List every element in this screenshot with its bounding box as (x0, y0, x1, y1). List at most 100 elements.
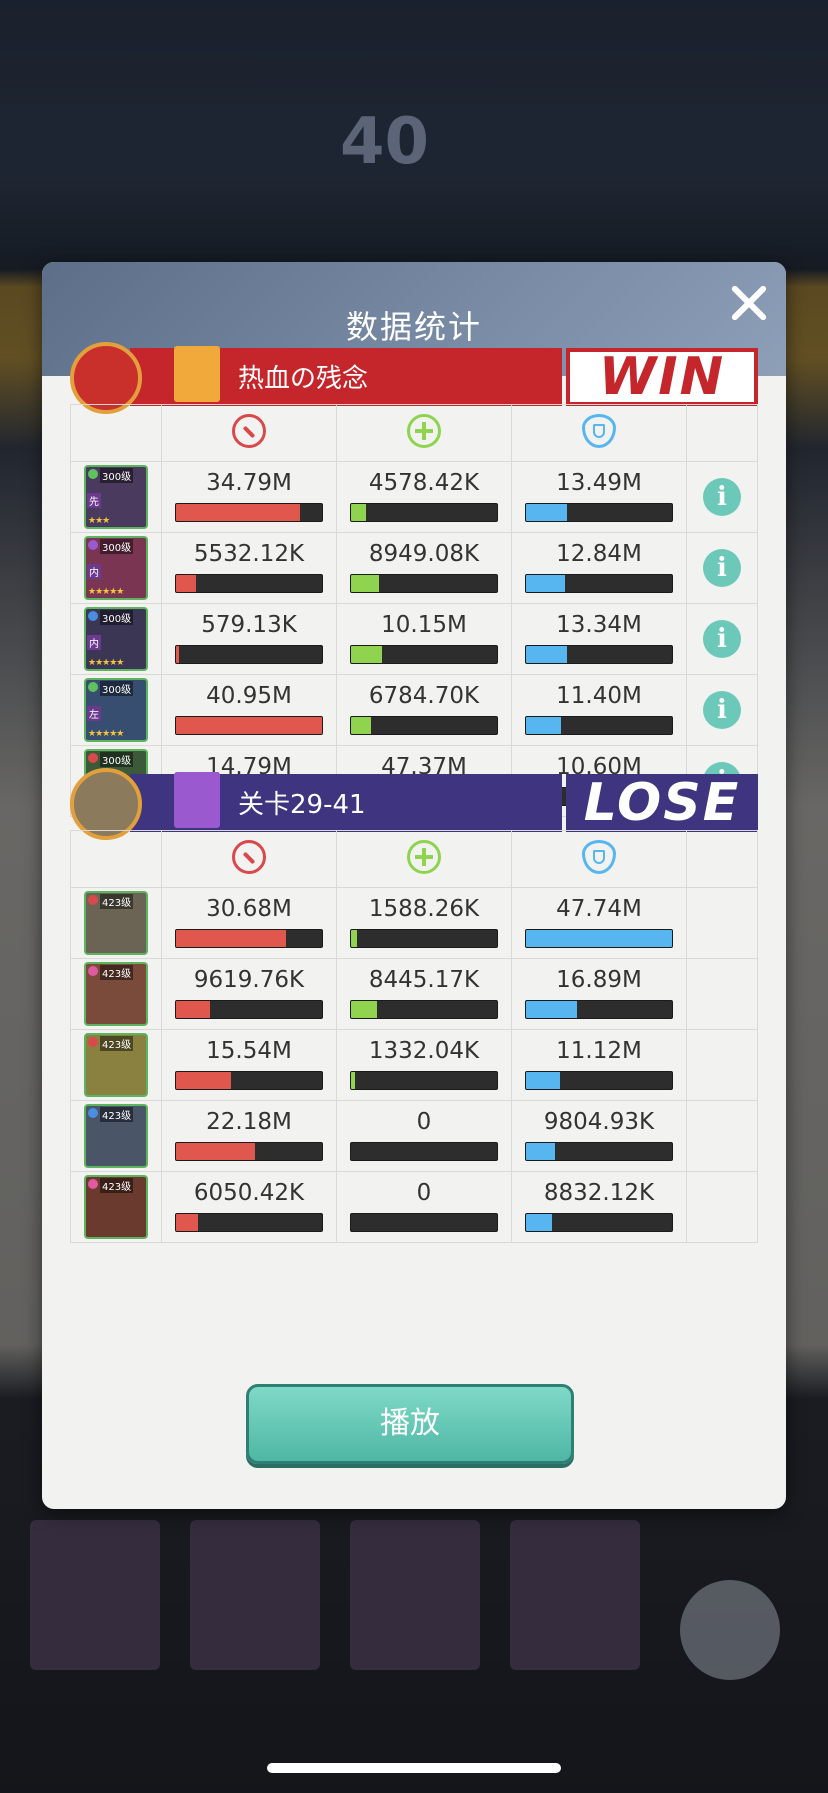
hero-stats-row: 423级 15.54M 1332.04K 11.12M (70, 1029, 758, 1101)
heal-value: 0 (416, 1108, 432, 1135)
hero-cell: 300级左 ★★★★★ (70, 674, 162, 746)
hero-cell: 423级 (70, 1100, 162, 1172)
shield-value: 11.40M (556, 682, 642, 709)
hero-portrait[interactable]: 423级 (84, 962, 148, 1026)
team-name: 关卡29-41 (238, 790, 366, 820)
hero-position-tag: 先 (87, 493, 101, 508)
header-cell (686, 830, 758, 888)
banner-flag-icon (174, 346, 220, 402)
heal-stat-cell: 6784.70K (336, 674, 512, 746)
shield-value: 12.84M (556, 540, 642, 567)
heal-icon (407, 414, 441, 448)
heal-bar (350, 928, 498, 948)
shield-bar (525, 573, 673, 593)
hero-portrait[interactable]: 423级 (84, 1104, 148, 1168)
damage-stat-cell: 40.95M (161, 674, 337, 746)
battle-result-badge: LOSE (566, 773, 758, 833)
damage-bar-fill (176, 1000, 210, 1018)
header-cell (511, 830, 687, 888)
shield-value: 11.12M (556, 1037, 642, 1064)
heal-value: 10.15M (381, 611, 467, 638)
hero-portrait[interactable]: 423级 (84, 1175, 148, 1239)
shield-bar-fill (526, 574, 566, 592)
info-cell (686, 1171, 758, 1243)
shield-bar-fill (526, 1142, 556, 1160)
hero-portrait[interactable]: 423级 (84, 891, 148, 955)
heal-stat-cell: 1588.26K (336, 887, 512, 959)
background-hero-tile (30, 1520, 160, 1670)
hero-level: 300级 (100, 610, 134, 625)
home-indicator[interactable] (267, 1763, 561, 1773)
heal-stat-cell: 0 (336, 1171, 512, 1243)
shield-stat-cell: 11.12M (511, 1029, 687, 1101)
close-icon[interactable] (726, 280, 772, 326)
hero-level: 423级 (100, 1107, 134, 1122)
damage-value: 22.18M (206, 1108, 292, 1135)
shield-bar-fill (526, 1000, 578, 1018)
battle-result-badge: WIN (566, 347, 758, 407)
damage-bar-fill (176, 645, 179, 663)
hero-cell: 300级内 ★★★★★ (70, 532, 162, 604)
damage-stat-cell: 34.79M (161, 461, 337, 533)
damage-value: 40.95M (206, 682, 292, 709)
hero-element-icon (88, 966, 98, 976)
hero-stats-row: 300级左 ★★★★★ 40.95M 6784.70K 11.40M i (70, 674, 758, 746)
shield-stat-cell: 16.89M (511, 958, 687, 1030)
heal-value: 6784.70K (368, 682, 480, 709)
info-icon[interactable]: i (703, 691, 741, 729)
hero-stats-row: 300级内 ★★★★★ 5532.12K 8949.08K 12.84M i (70, 532, 758, 604)
shield-value: 13.34M (556, 611, 642, 638)
header-cell (161, 404, 337, 462)
damage-bar (175, 999, 323, 1019)
damage-bar-fill (176, 1142, 255, 1160)
damage-stat-cell: 9619.76K (161, 958, 337, 1030)
shield-bar-fill (526, 645, 567, 663)
hero-portrait[interactable]: 423级 (84, 1033, 148, 1097)
heal-bar-fill (351, 929, 357, 947)
hero-portrait[interactable]: 300级左 ★★★★★ (84, 678, 148, 742)
hero-element-icon (88, 753, 98, 763)
damage-bar (175, 644, 323, 664)
heal-bar (350, 1141, 498, 1161)
heal-icon (407, 840, 441, 874)
damage-value: 34.79M (206, 469, 292, 496)
damage-value: 579.13K (201, 611, 297, 638)
header-cell (336, 830, 512, 888)
info-icon[interactable]: i (703, 620, 741, 658)
shield-bar-fill (526, 716, 562, 734)
heal-bar-fill (351, 574, 379, 592)
shield-value: 9804.93K (543, 1108, 655, 1135)
header-cell (161, 830, 337, 888)
info-cell (686, 887, 758, 959)
shield-value: 47.74M (556, 895, 642, 922)
hero-level: 300级 (100, 681, 134, 696)
heal-stat-cell: 0 (336, 1100, 512, 1172)
damage-stat-cell: 22.18M (161, 1100, 337, 1172)
shield-bar (525, 1070, 673, 1090)
hero-star-rating: ★★★★★ (88, 658, 124, 668)
heal-value: 0 (416, 1179, 432, 1206)
damage-bar-fill (176, 503, 301, 521)
background-hero-tile (350, 1520, 480, 1670)
shield-bar-fill (526, 1213, 553, 1231)
hero-level: 423级 (100, 965, 134, 980)
hero-portrait[interactable]: 300级内 ★★★★★ (84, 607, 148, 671)
heal-stat-cell: 1332.04K (336, 1029, 512, 1101)
heal-bar (350, 644, 498, 664)
header-cell (511, 404, 687, 462)
heal-value: 1332.04K (368, 1037, 480, 1064)
hero-position-tag: 内 (87, 564, 101, 579)
info-icon[interactable]: i (703, 549, 741, 587)
hero-portrait[interactable]: 300级先 ★★★ (84, 465, 148, 529)
play-button[interactable]: 播放 (246, 1384, 574, 1464)
damage-stat-cell: 15.54M (161, 1029, 337, 1101)
hero-portrait[interactable]: 300级内 ★★★★★ (84, 536, 148, 600)
heal-stat-cell: 10.15M (336, 603, 512, 675)
hero-stats-row: 423级 22.18M 0 9804.93K (70, 1100, 758, 1172)
damage-bar-fill (176, 1213, 198, 1231)
hero-stats-row: 423级 9619.76K 8445.17K 16.89M (70, 958, 758, 1030)
hero-position-tag: 左 (87, 706, 101, 721)
info-cell: i (686, 532, 758, 604)
info-icon[interactable]: i (703, 478, 741, 516)
info-cell (686, 1029, 758, 1101)
